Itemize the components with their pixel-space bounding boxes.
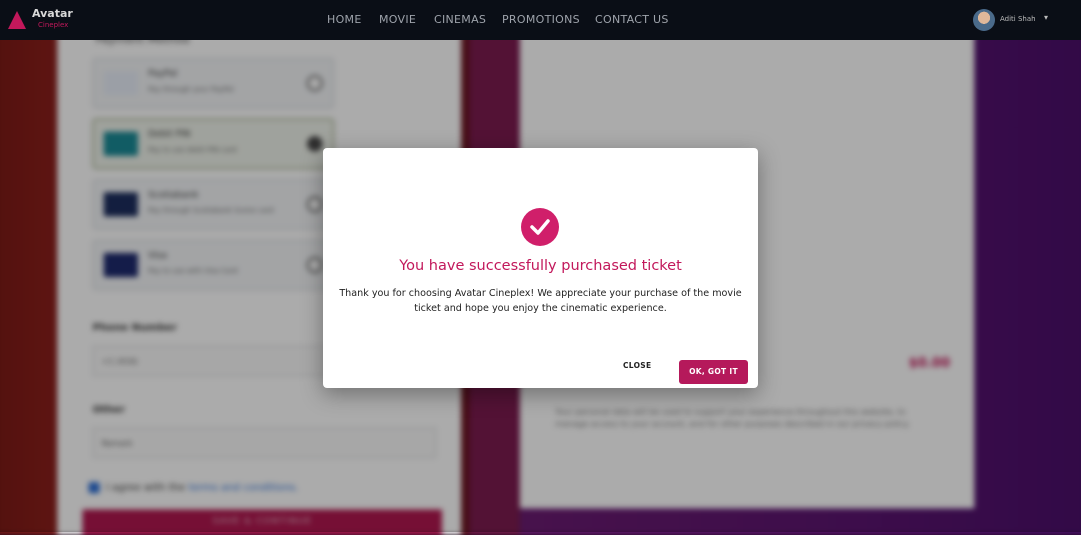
nav-cinemas[interactable]: CINEMAS: [434, 13, 486, 26]
chevron-down-icon: ▾: [1044, 13, 1049, 22]
brand-logo[interactable]: Avatar Cineplex: [6, 7, 86, 33]
brand-name: Avatar: [32, 7, 73, 20]
ok-got-it-button[interactable]: OK, GOT IT: [679, 360, 748, 384]
nav-movie[interactable]: MOVIE: [379, 13, 416, 26]
logo-triangle-icon: [8, 11, 26, 29]
top-navbar: Avatar Cineplex HOME MOVIE CINEMAS PROMO…: [0, 0, 1081, 40]
check-circle-icon: [521, 208, 559, 246]
close-button[interactable]: CLOSE: [623, 361, 651, 370]
dialog-message: Thank you for choosing Avatar Cineplex! …: [339, 288, 742, 314]
dialog-title: You have successfully purchased ticket: [399, 258, 682, 274]
nav-contact-us[interactable]: CONTACT US: [595, 13, 669, 26]
brand-tagline: Cineplex: [38, 21, 69, 29]
nav-promotions[interactable]: PROMOTIONS: [502, 13, 580, 26]
user-name: Aditi Shah: [1000, 15, 1036, 23]
avatar: [973, 9, 995, 31]
nav-home[interactable]: HOME: [327, 13, 362, 26]
success-dialog: You have successfully purchased ticket T…: [323, 148, 758, 388]
